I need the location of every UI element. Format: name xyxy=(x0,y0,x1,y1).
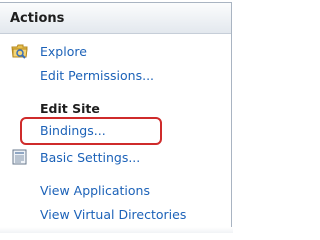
basic-settings-link[interactable]: Basic Settings... xyxy=(40,150,140,165)
settings-document-icon xyxy=(11,148,29,170)
bindings-link[interactable]: Bindings... xyxy=(40,123,106,138)
actions-panel: Actions Explore Edit Permissions... Edit… xyxy=(0,0,233,233)
panel-bottom-edge xyxy=(0,227,233,233)
edit-site-heading: Edit Site xyxy=(40,101,100,116)
edit-permissions-link[interactable]: Edit Permissions... xyxy=(40,68,154,83)
actions-title: Actions xyxy=(10,11,65,26)
folder-explore-icon xyxy=(11,42,29,64)
explore-link[interactable]: Explore xyxy=(40,44,87,59)
panel-border xyxy=(231,32,232,233)
view-applications-link[interactable]: View Applications xyxy=(40,183,150,198)
view-virtual-directories-link[interactable]: View Virtual Directories xyxy=(40,207,186,222)
actions-header: Actions xyxy=(0,2,232,34)
